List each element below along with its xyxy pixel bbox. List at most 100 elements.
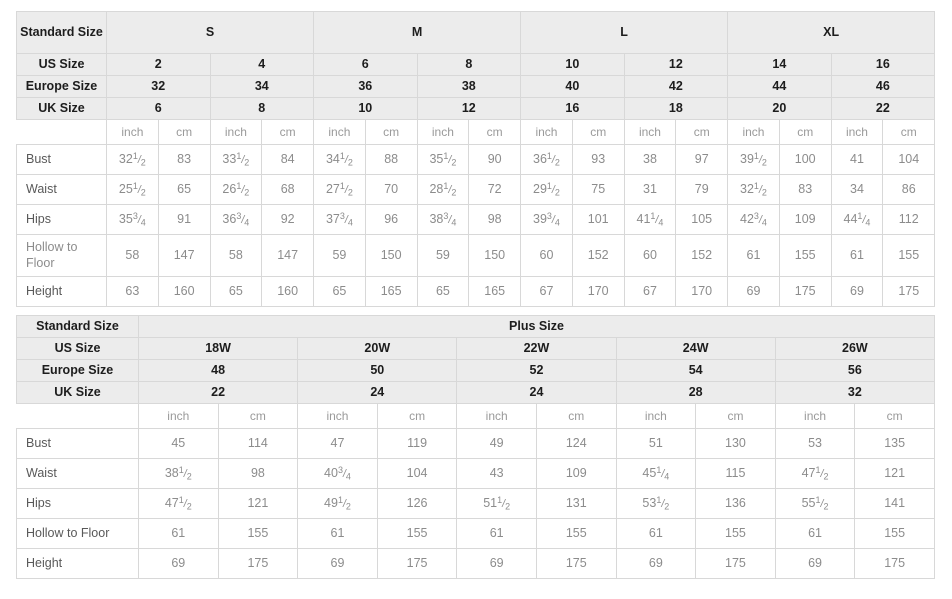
plus-size-table: Standard Size Plus Size US Size 18W 20W 22W 24… xyxy=(16,315,935,579)
plus-measurement-value-cell: 61 xyxy=(138,518,219,549)
measurement-value-cell: 38 xyxy=(623,144,677,175)
size-value-cell: 22 xyxy=(830,97,936,120)
plus-unit-cell-cm: cm xyxy=(217,403,299,429)
measurement-value-cell: 391/2 xyxy=(727,144,780,175)
measurement-value-cell: 383/4 xyxy=(416,204,470,235)
size-chart-page: Standard Size S M L XL US Size 2 4 6 8 10 12 14 16 Eur… xyxy=(0,0,952,599)
plus-unit-cell-cm: cm xyxy=(854,403,935,429)
size-group-header-l: L xyxy=(520,11,729,54)
measurement-value-cell: 152 xyxy=(675,234,729,277)
size-row-label: Europe Size xyxy=(16,75,107,98)
plus-measurement-value-cell: 61 xyxy=(615,518,697,549)
plus-measurement-value-cell: 45 xyxy=(138,428,219,459)
size-value-cell: 10 xyxy=(520,53,625,76)
plus-size-value-cell: 50 xyxy=(297,359,458,382)
unit-cell-inch: inch xyxy=(520,119,573,145)
plus-measurement-value-cell: 43 xyxy=(456,458,537,489)
measurement-label: Height xyxy=(16,276,107,307)
size-value-cell: 38 xyxy=(416,75,522,98)
measurement-value-cell: 109 xyxy=(778,204,832,235)
measurement-value-cell: 165 xyxy=(468,276,522,307)
measurement-value-cell: 31 xyxy=(623,174,677,205)
standard-size-label-header: Standard Size xyxy=(16,11,107,54)
measurement-value-cell: 88 xyxy=(364,144,418,175)
measurement-value-cell: 251/2 xyxy=(106,174,159,205)
measurement-value-cell: 160 xyxy=(261,276,315,307)
plus-measurement-value-cell: 53 xyxy=(774,428,856,459)
unit-row: inch cm inch cm inch cm inch cm inch cm inch cm inch… xyxy=(16,119,936,145)
plus-measurement-value-cell: 47 xyxy=(297,428,378,459)
measurement-value-cell: 61 xyxy=(727,234,780,277)
measurement-value-cell: 34 xyxy=(830,174,884,205)
plus-measurement-value-cell: 175 xyxy=(854,548,935,579)
plus-measurement-value-cell: 471/2 xyxy=(774,458,856,489)
size-group-header-xl: XL xyxy=(727,11,936,54)
plus-measurement-value-cell: 175 xyxy=(376,548,458,579)
size-chart-container: Standard Size S M L XL US Size 2 4 6 8 10 12 14 16 Eur… xyxy=(16,11,936,579)
size-value-cell: 18 xyxy=(623,97,729,120)
plus-size-row-label: Europe Size xyxy=(16,359,139,382)
measurement-value-cell: 170 xyxy=(571,276,625,307)
size-group-header-s: S xyxy=(105,11,315,54)
measurement-value-cell: 150 xyxy=(364,234,418,277)
unit-cell-inch: inch xyxy=(416,119,470,145)
measurement-value-cell: 96 xyxy=(364,204,418,235)
plus-measurement-value-cell: 130 xyxy=(695,428,776,459)
plus-size-value-cell: 24 xyxy=(456,381,617,404)
plus-unit-cell-inch: inch xyxy=(774,403,856,429)
measurement-value-cell: 291/2 xyxy=(520,174,573,205)
measurement-value-cell: 72 xyxy=(468,174,522,205)
measurement-value-cell: 83 xyxy=(778,174,832,205)
unit-cell-cm: cm xyxy=(468,119,522,145)
unit-row-label xyxy=(16,119,107,145)
plus-size-row: US Size 18W 20W 22W 24W 26W xyxy=(16,337,935,360)
plus-measurement-value-cell: 155 xyxy=(535,518,617,549)
plus-size-value-cell: 56 xyxy=(774,359,935,382)
plus-measurement-value-cell: 511/2 xyxy=(456,488,537,519)
size-value-cell: 8 xyxy=(416,53,522,76)
measurement-value-cell: 58 xyxy=(209,234,263,277)
unit-cell-inch: inch xyxy=(209,119,263,145)
measurement-value-cell: 261/2 xyxy=(209,174,263,205)
size-value-cell: 36 xyxy=(313,75,418,98)
measurement-value-cell: 393/4 xyxy=(520,204,573,235)
size-value-cell: 4 xyxy=(209,53,315,76)
plus-measurement-row: Hips 471/2 121 491/2 126 511/2 131 531/2 136 551/… xyxy=(16,488,935,519)
plus-size-value-cell: 20W xyxy=(297,337,458,360)
plus-measurement-value-cell: 155 xyxy=(217,518,299,549)
measurement-row: Bust 321/2 83 331/2 84 341/2 88 351/2 90 361/2 93 3… xyxy=(16,144,936,175)
plus-size-value-cell: 24 xyxy=(297,381,458,404)
measurement-value-cell: 331/2 xyxy=(209,144,263,175)
measurement-row: Hollow to Floor 58 147 58 147 59 150 59 150 60 152… xyxy=(16,234,936,277)
plus-measurement-value-cell: 136 xyxy=(695,488,776,519)
plus-measurement-value-cell: 121 xyxy=(217,488,299,519)
size-value-cell: 6 xyxy=(313,53,418,76)
plus-measurement-value-cell: 98 xyxy=(217,458,299,489)
measurement-value-cell: 84 xyxy=(261,144,315,175)
plus-measurement-value-cell: 155 xyxy=(376,518,458,549)
size-value-cell: 2 xyxy=(106,53,211,76)
standard-group-header-row: Standard Size S M L XL xyxy=(16,11,936,54)
measurement-value-cell: 68 xyxy=(261,174,315,205)
measurement-value-cell: 147 xyxy=(157,234,211,277)
plus-measurement-value-cell: 175 xyxy=(695,548,776,579)
size-row: Europe Size 32 34 36 38 40 42 44 46 xyxy=(16,75,936,98)
measurement-value-cell: 175 xyxy=(882,276,936,307)
plus-measurement-value-cell: 49 xyxy=(456,428,537,459)
size-value-cell: 12 xyxy=(416,97,522,120)
measurement-value-cell: 105 xyxy=(675,204,729,235)
size-value-cell: 20 xyxy=(727,97,832,120)
measurement-value-cell: 155 xyxy=(882,234,936,277)
plus-measurement-label: Hips xyxy=(16,488,139,519)
measurement-label: Bust xyxy=(16,144,107,175)
plus-unit-cell-cm: cm xyxy=(535,403,617,429)
plus-measurement-value-cell: 69 xyxy=(615,548,697,579)
measurement-value-cell: 160 xyxy=(157,276,211,307)
measurement-value-cell: 104 xyxy=(882,144,936,175)
size-value-cell: 32 xyxy=(106,75,211,98)
measurement-value-cell: 155 xyxy=(778,234,832,277)
plus-measurement-label: Height xyxy=(16,548,139,579)
plus-measurement-value-cell: 135 xyxy=(854,428,935,459)
size-value-cell: 16 xyxy=(830,53,936,76)
plus-size-value-cell: 52 xyxy=(456,359,617,382)
